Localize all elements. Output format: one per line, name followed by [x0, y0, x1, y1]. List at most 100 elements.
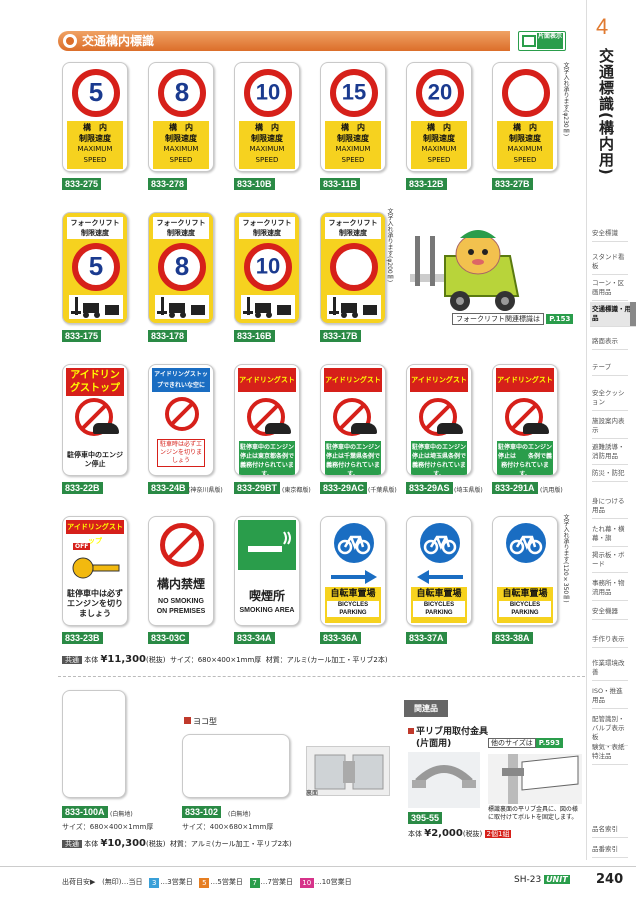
product-code: 833-36A	[320, 632, 361, 644]
common-tag-2: 共通	[62, 840, 82, 848]
ship-legend: 出荷目安▶ (無印)…当日 3 …3営業日 5 …5営業日 7 …7営業日 10 …10…	[62, 877, 352, 888]
related-other-label: 他のサイズは	[488, 738, 536, 748]
divider	[58, 676, 590, 677]
bullet-icon	[63, 34, 77, 48]
yoko-label: ヨコ型	[193, 717, 217, 726]
forklift-ref-page[interactable]: P.153	[546, 314, 574, 324]
speed-ring	[330, 243, 378, 291]
product-code: 833-29BT	[234, 482, 281, 494]
parking-box: 自転車置場 BICYCLES PARKING	[497, 587, 553, 623]
price-line-2: 共通 本体 ¥10,300(税抜) 材質：アルミ(カール加工・平リブ2本)	[62, 838, 292, 849]
sidebar-item[interactable]: 品番索引	[592, 842, 628, 858]
speed-text-l3: MAXIMUM	[507, 145, 543, 153]
related-page[interactable]: P.593	[535, 738, 563, 748]
arrow-right-icon	[329, 569, 377, 584]
facility-sign: アイドリングストップ OFF 駐停車中は必ずエンジンを切りましょう	[62, 516, 128, 626]
no-exhaust-icon	[165, 397, 199, 431]
speed-ring: 8	[158, 243, 206, 291]
sidebar-item[interactable]: 品名索引	[592, 822, 628, 838]
facility-sign: 喫煙所 SMOKING AREA	[234, 516, 300, 626]
speed-number: 8	[174, 76, 190, 107]
sidebar-item[interactable]: 防災・防犯	[592, 466, 628, 482]
speed-text-l1: 構 内	[513, 123, 537, 132]
idling-stop-sign: アイドリングストップ駐停車中のエンジン停止は 条例で義務付けられています。	[492, 364, 558, 476]
parking-body: BICYCLES PARKING	[499, 601, 551, 617]
back-side-image	[306, 746, 390, 796]
sidebar-item[interactable]: 験気・表紙特注品	[592, 740, 628, 765]
sidebar-item[interactable]: 安全機器	[592, 604, 628, 620]
tax-note: (税抜)	[146, 656, 166, 664]
sidebar-item[interactable]: コーン・区画用品	[592, 276, 628, 301]
idling-head: アイドリングストップ	[66, 368, 124, 396]
related-price-value: ¥2,000	[424, 828, 463, 839]
forklift-sign: フォークリフト 制限速度 10	[234, 212, 300, 324]
ship-5-icon: 5	[199, 878, 210, 888]
sidebar-item[interactable]: 施設案内表示	[592, 414, 628, 439]
speed-text-l2: 制限速度	[509, 134, 541, 143]
blank2-size: サイズ：400×680×1mm厚	[182, 823, 274, 831]
car-icon	[523, 423, 549, 434]
speed-text-l4: SPEED	[341, 156, 365, 164]
speed-text-l4: SPEED	[513, 156, 537, 164]
speed-text-box: 構 内制限速度 MAXIMUM SPEED	[497, 121, 553, 169]
blank1-size: サイズ：680×400×1mm厚	[62, 823, 154, 831]
code-395-55: 395-55	[408, 812, 443, 824]
speed-sign: 10 構 内制限速度 MAXIMUM SPEED	[234, 62, 300, 172]
parking-body: BICYCLES PARKING	[413, 601, 465, 617]
speed-sign: 15 構 内制限速度 MAXIMUM SPEED	[320, 62, 386, 172]
back-label: 裏面	[306, 790, 319, 797]
product-code: 833-29AC	[320, 482, 368, 494]
speed-number: 15	[341, 79, 367, 105]
sidebar-item[interactable]: 作業環境改善	[592, 656, 628, 681]
forklift-head: フォークリフト 制限速度	[239, 217, 295, 239]
speed-text-box: 構 内制限速度 MAXIMUM SPEED	[411, 121, 467, 169]
sidebar-item[interactable]: 交通標識・用品	[590, 302, 636, 327]
parking-box: 自転車置場 BICYCLES PARKING	[325, 587, 381, 623]
product-code: 833-12B	[406, 178, 447, 190]
sidebar-item[interactable]: 避難誘導・消防用品	[592, 440, 628, 465]
sidebar-item[interactable]: たれ幕・横幕・旗	[592, 522, 628, 547]
product-code: 833-37A	[406, 632, 447, 644]
speed-ring: 20	[416, 69, 464, 117]
region-note: (神奈川県版)	[188, 487, 223, 494]
sidebar-item[interactable]: 路面表示	[592, 334, 628, 350]
sidebar-item[interactable]: 事務所・物流用品	[592, 576, 628, 601]
related-tag: 関連品	[404, 700, 448, 717]
forklift-sign: フォークリフト 制限速度 5	[62, 212, 128, 324]
speed-text-l1: 構 内	[255, 123, 279, 132]
arrow-left-icon	[415, 569, 463, 584]
idling-head: アイドリングストップ	[238, 368, 296, 408]
idling-stop-sign: アイドリングストップ駐停車中のエンジン停止は埼玉県条例で義務付けられています。	[406, 364, 472, 476]
speed-number: 8	[174, 250, 190, 281]
common-tag: 共通	[62, 656, 82, 664]
ship-same-day: (無印)…当日	[102, 878, 143, 886]
product-code: 833-178	[148, 330, 188, 342]
idling-body: 駐車時は必ずエンジンを切りましょう	[157, 439, 205, 467]
sidebar-item[interactable]: 身につける用品	[592, 494, 628, 519]
forklift-icon	[155, 295, 209, 319]
sidebar-item[interactable]: 安全クッション	[592, 386, 628, 411]
forklift-sign: フォークリフト 制限速度	[320, 212, 386, 324]
sidebar-item[interactable]: 手作り表示	[592, 632, 628, 648]
forklift-mascot	[400, 216, 550, 326]
sidebar-item[interactable]: テープ	[592, 360, 628, 376]
sidebar-item[interactable]: 安全標識	[592, 226, 628, 242]
sidebar-item[interactable]: 掲示板・ボード	[592, 548, 628, 573]
smoking-area-icon	[238, 520, 296, 570]
speed-ring: 10	[244, 69, 292, 117]
speed-text-box: 構 内制限速度 MAXIMUM SPEED	[325, 121, 381, 169]
sidebar-item[interactable]: ISO・推進用品	[592, 684, 628, 709]
sidebar-item[interactable]: スタンド看板	[592, 250, 628, 275]
section-title-bar: 交通構内標識	[58, 31, 510, 51]
speed-number: 5	[88, 76, 104, 107]
car-icon	[351, 423, 377, 434]
idling-body: 駐停車中のエンジン停止は千葉県条例で義務付けられています。	[325, 441, 381, 475]
mount-diagram	[488, 754, 582, 804]
idling-head: アイドリングストップ	[410, 368, 468, 408]
ship-3-icon: 3	[149, 878, 160, 888]
forklift-head: フォークリフト 制限速度	[67, 217, 123, 239]
parking-body: BICYCLES PARKING	[327, 601, 379, 617]
parking-head: 自転車置場	[330, 589, 376, 599]
blank-board-horizontal	[182, 734, 290, 798]
car-icon	[265, 423, 291, 434]
